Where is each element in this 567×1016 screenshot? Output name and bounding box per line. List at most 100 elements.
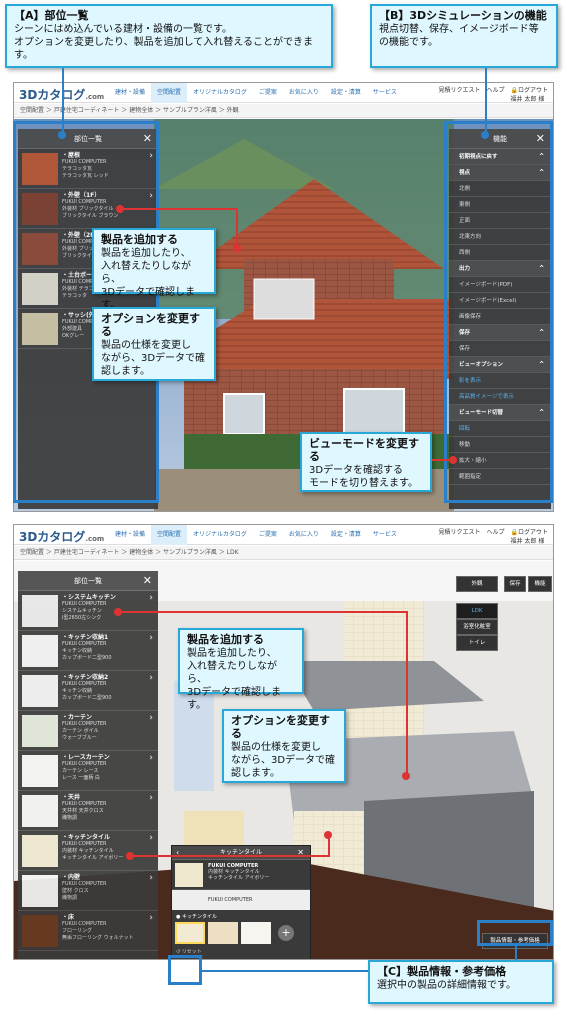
quote-request-link[interactable]: 見積リクエスト bbox=[438, 85, 480, 103]
parts-list-item[interactable]: ・キッチン収納2 FUKUI COMPUTER キッチン収納 カップボード二型900 › bbox=[18, 671, 158, 711]
swatch-option[interactable] bbox=[208, 922, 238, 944]
main-nav: 建材・設備 空間配置 オリジナルカタログ ご提案 お気に入り 設定・清算 サービ… bbox=[109, 525, 403, 545]
item-text: FUKUI COMPUTER bbox=[62, 921, 107, 927]
nav-item[interactable]: 設定・清算 bbox=[325, 525, 367, 545]
parts-list-item[interactable]: ・カーテン FUKUI COMPUTER カーテン ボイル ウォーブブルー › bbox=[18, 711, 158, 751]
item-text: フローリング bbox=[62, 928, 93, 934]
parts-list-item[interactable]: ・天井 FUKUI COMPUTER 天井材 天井クロス 織物調 › bbox=[18, 791, 158, 831]
back-icon[interactable]: ‹ bbox=[176, 846, 179, 860]
connector-b bbox=[485, 68, 487, 134]
item-text: FUKUI COMPUTER bbox=[62, 841, 107, 847]
item-text: ・カーテン bbox=[62, 714, 93, 721]
red-dot bbox=[324, 831, 332, 839]
chevron-right-icon[interactable]: › bbox=[149, 834, 153, 843]
item-text: レース 一面柄 白 bbox=[62, 775, 100, 781]
highlight-swatch bbox=[168, 955, 202, 985]
nav-item[interactable]: サービス bbox=[367, 83, 403, 103]
nav-item-active[interactable]: 空間配置 bbox=[151, 525, 188, 545]
callout-title: 製品を追加する bbox=[101, 233, 178, 246]
red-dot bbox=[233, 244, 241, 252]
parts-list-panel: 部位一覧 ✕ ・システムキッチン FUKUI COMPUTER システムキッチン I型2… bbox=[18, 571, 158, 959]
nav-item[interactable]: 設定・清算 bbox=[325, 83, 367, 103]
item-text: ・レースカーテン bbox=[62, 754, 110, 761]
item-text: ・キッチン収納1 bbox=[62, 634, 109, 641]
item-text: ・内壁 bbox=[62, 874, 81, 881]
item-text: キッチン収納 bbox=[62, 688, 93, 694]
nav-item[interactable]: ご提案 bbox=[253, 83, 283, 103]
help-link[interactable]: ヘルプ bbox=[486, 85, 504, 103]
connector-a bbox=[62, 68, 64, 134]
quote-request-link[interactable]: 見積リクエスト bbox=[438, 527, 480, 545]
product-thumbnail bbox=[22, 595, 58, 627]
parts-list-item[interactable]: ・キッチンタイル FUKUI COMPUTER 内装材 キッチンタイル キッチンタイル… bbox=[18, 831, 158, 871]
nav-item[interactable]: 建材・設備 bbox=[109, 525, 151, 545]
logout-label: ログアウト bbox=[517, 529, 548, 536]
callout-text: 認します。 bbox=[101, 366, 150, 377]
add-icon[interactable]: + bbox=[278, 925, 294, 941]
close-icon[interactable]: ✕ bbox=[297, 846, 304, 860]
logo-text: 3Dカタログ bbox=[19, 88, 86, 102]
nav-item[interactable]: お気に入り bbox=[283, 525, 325, 545]
top-right-links: 見積リクエスト ヘルプ 🔒ログアウト 福井 太郎 様 bbox=[438, 527, 548, 545]
close-icon[interactable]: ✕ bbox=[143, 571, 152, 591]
chevron-right-icon[interactable]: › bbox=[149, 914, 153, 923]
nav-item[interactable]: 建材・設備 bbox=[109, 83, 151, 103]
chevron-right-icon[interactable]: › bbox=[149, 634, 153, 643]
product-thumbnail bbox=[22, 755, 58, 787]
nav-item[interactable]: オリジナルカタログ bbox=[187, 83, 253, 103]
red-connector bbox=[118, 611, 408, 613]
nav-item[interactable]: オリジナルカタログ bbox=[187, 525, 253, 545]
parts-list-item[interactable]: ・床 FUKUI COMPUTER フローリング 無垢フローリング ウォルナット › bbox=[18, 911, 158, 951]
chevron-right-icon[interactable]: › bbox=[149, 754, 153, 763]
popup-product[interactable]: FUKUI COMPUTER 内装材 キッチンタイル キッチンタイル アイボリー bbox=[172, 860, 310, 890]
item-text: FUKUI COMPUTER bbox=[62, 601, 107, 607]
app-logo[interactable]: 3Dカタログ.com bbox=[19, 528, 104, 545]
callout-text: 認します。 bbox=[231, 768, 280, 779]
callout-text: 製品を追加したり、 bbox=[101, 248, 191, 259]
parts-list-item[interactable]: ・キッチン収納1 FUKUI COMPUTER キッチン収納 カップボード二型900 › bbox=[18, 631, 158, 671]
parts-list-item[interactable]: ・内壁 FUKUI COMPUTER 壁材 クロス 織物調 › bbox=[18, 871, 158, 911]
swatch-option[interactable] bbox=[241, 922, 271, 944]
view-tab-ldk[interactable]: LDK bbox=[456, 603, 498, 619]
callout-option-2: オプションを変更する 製品の仕様を変更し ながら、3Dデータで確 認します。 bbox=[222, 709, 346, 783]
view-tab-bath[interactable]: 浴室化粧室 bbox=[456, 619, 498, 635]
chevron-right-icon[interactable]: › bbox=[149, 674, 153, 683]
panel-title: 部位一覧 bbox=[74, 577, 102, 585]
item-text: カップボード二型900 bbox=[62, 695, 112, 701]
item-text: 織物調 bbox=[62, 895, 78, 901]
logout-label: ログアウト bbox=[517, 87, 548, 94]
item-text: I型2650左シンク bbox=[62, 615, 102, 621]
logout-link[interactable]: 🔒ログアウト 福井 太郎 様 bbox=[511, 85, 549, 103]
nav-item[interactable]: お気に入り bbox=[283, 83, 325, 103]
item-text: ・キッチン収納2 bbox=[62, 674, 109, 681]
product-thumbnail bbox=[22, 675, 58, 707]
nav-item-active[interactable]: 空間配置 bbox=[151, 83, 188, 103]
popup-thumb bbox=[175, 863, 203, 887]
callout-title: 【A】部位一覧 bbox=[14, 9, 89, 22]
red-connector bbox=[236, 208, 238, 248]
product-thumbnail bbox=[22, 835, 58, 867]
view-tab-exterior[interactable]: 外観 bbox=[456, 576, 498, 592]
chevron-right-icon[interactable]: › bbox=[149, 794, 153, 803]
chevron-right-icon[interactable]: › bbox=[149, 714, 153, 723]
callout-option: オプションを変更する 製品の仕様を変更し ながら、3Dデータで確 認します。 bbox=[92, 307, 216, 381]
logo-suffix: .com bbox=[85, 535, 105, 543]
help-link[interactable]: ヘルプ bbox=[486, 527, 504, 545]
main-nav: 建材・設備 空間配置 オリジナルカタログ ご提案 お気に入り 設定・清算 サービ… bbox=[109, 83, 403, 103]
chevron-right-icon[interactable]: › bbox=[149, 874, 153, 883]
callout-text: 入れ替えたりしながら、 bbox=[101, 261, 191, 285]
red-dot bbox=[449, 456, 457, 464]
chevron-right-icon[interactable]: › bbox=[149, 594, 153, 603]
swatch-option[interactable] bbox=[175, 922, 205, 944]
parts-list-item[interactable]: ・レースカーテン FUKUI COMPUTER カーテン レース レース 一面柄 白 › bbox=[18, 751, 158, 791]
product-thumbnail bbox=[22, 635, 58, 667]
view-tab-toilet[interactable]: トイレ bbox=[456, 635, 498, 651]
nav-item[interactable]: ご提案 bbox=[253, 525, 283, 545]
save-button[interactable]: 保存 bbox=[504, 576, 526, 592]
logout-link[interactable]: 🔒ログアウト 福井 太郎 様 bbox=[511, 527, 549, 545]
item-text: カーテン レース bbox=[62, 768, 99, 774]
callout-text: 視点切替、保存、イメージボード等 bbox=[379, 24, 539, 35]
function-button[interactable]: 機能 bbox=[528, 576, 552, 592]
nav-item[interactable]: サービス bbox=[367, 525, 403, 545]
top-bar: 3Dカタログ.com 建材・設備 空間配置 オリジナルカタログ ご提案 お気に入… bbox=[14, 83, 553, 103]
